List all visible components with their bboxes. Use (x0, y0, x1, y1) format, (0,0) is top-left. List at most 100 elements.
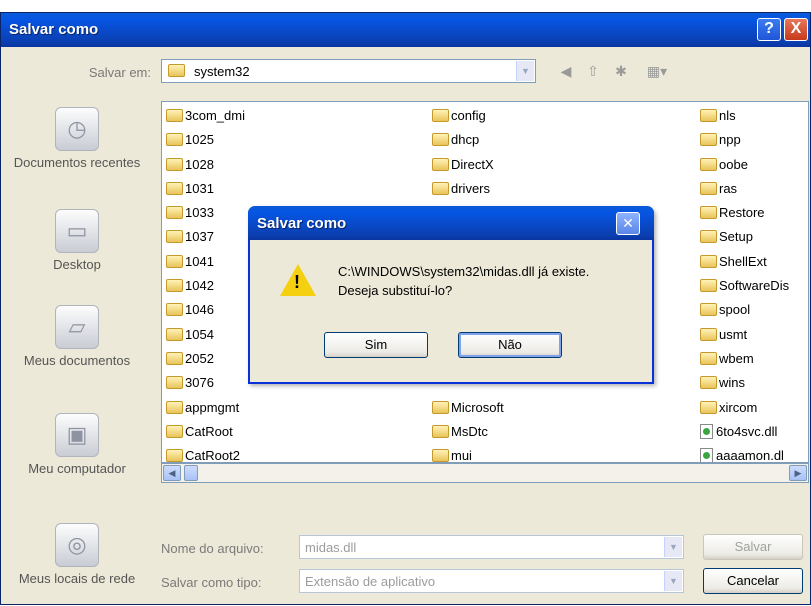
places-bar: ◷ Documentos recentes ▭ Desktop ▱ Meus d… (3, 91, 151, 606)
list-item-label: usmt (719, 326, 748, 342)
place-my-computer[interactable]: ▣ Meu computador (3, 413, 151, 476)
list-item[interactable]: 3com_dmi (166, 106, 245, 130)
list-item[interactable]: nls (700, 106, 789, 130)
list-item[interactable]: Setup (700, 227, 789, 251)
list-item[interactable]: MsDtc (432, 422, 504, 446)
view-menu-icon[interactable]: ▦▾ (641, 61, 673, 81)
chevron-down-icon[interactable]: ▼ (664, 537, 682, 557)
list-item[interactable]: appmgmt (166, 398, 245, 422)
confirm-close-button[interactable]: ✕ (616, 212, 640, 235)
folder-icon (700, 109, 717, 122)
list-item[interactable]: CatRoot (166, 422, 245, 446)
place-desktop[interactable]: ▭ Desktop (3, 209, 151, 272)
list-item[interactable]: 1037 (166, 227, 245, 251)
list-item[interactable]: Restore (700, 203, 789, 227)
list-item[interactable]: 1046 (166, 300, 245, 324)
cancel-button[interactable]: Cancelar (703, 568, 803, 594)
list-item[interactable]: npp (700, 130, 789, 154)
scroll-right-icon[interactable]: ▶ (789, 465, 807, 481)
folder-icon (166, 133, 183, 147)
list-item-label: ras (719, 180, 738, 196)
list-item[interactable]: dhcp (432, 130, 504, 154)
place-my-documents[interactable]: ▱ Meus documentos (3, 305, 151, 368)
save-in-combo[interactable]: system32 ▼ (161, 59, 536, 83)
recent-documents-icon: ◷ (55, 107, 99, 151)
desktop-icon: ▭ (55, 209, 99, 253)
list-item-label: 1028 (185, 156, 214, 172)
save-button[interactable]: Salvar (703, 534, 803, 560)
list-item[interactable]: config (432, 106, 504, 130)
list-item[interactable]: Microsoft (432, 398, 504, 422)
list-item[interactable]: ras (700, 179, 789, 203)
list-item-label: 1031 (185, 180, 214, 196)
dll-file-icon (700, 448, 713, 462)
list-item-label: config (451, 108, 486, 123)
filename-input[interactable]: midas.dll ▼ (299, 535, 684, 559)
help-button[interactable]: ? (757, 18, 781, 41)
scroll-left-icon[interactable]: ◀ (163, 465, 181, 481)
title-bar[interactable]: Salvar como ? X (1, 13, 810, 47)
folder-icon (166, 254, 183, 268)
list-item[interactable]: 1028 (166, 155, 245, 179)
close-button[interactable]: X (784, 18, 808, 41)
list-item[interactable]: 1042 (166, 276, 245, 300)
list-item[interactable]: aaaamon.dl (700, 446, 789, 462)
list-item[interactable]: SoftwareDis (700, 276, 789, 300)
place-label: Meus documentos (23, 353, 131, 368)
list-item[interactable]: 3076 (166, 373, 245, 397)
list-item-label: 6to4svc.dll (716, 423, 778, 439)
horizontal-scrollbar[interactable]: ◀ ▶ (161, 463, 809, 483)
yes-button[interactable]: Sim (324, 332, 428, 358)
list-item[interactable]: wbem (700, 349, 789, 373)
list-item[interactable]: DirectX (432, 155, 504, 179)
new-folder-icon[interactable]: ✱ (611, 61, 631, 81)
scroll-thumb[interactable] (184, 465, 198, 481)
folder-icon (166, 424, 183, 438)
list-item[interactable]: spool (700, 300, 789, 324)
folder-icon (700, 157, 717, 171)
list-item-label: MsDtc (451, 423, 488, 439)
up-folder-icon[interactable]: ⇧ (583, 61, 603, 81)
list-item[interactable]: 1041 (166, 252, 245, 276)
list-item[interactable]: 1031 (166, 179, 245, 203)
list-item-label: 1042 (185, 278, 214, 294)
list-item[interactable]: 1054 (166, 325, 245, 349)
chevron-down-icon[interactable]: ▼ (516, 61, 534, 81)
list-item-label: SoftwareDis (719, 278, 790, 294)
filename-value: midas.dll (305, 540, 357, 555)
list-item-label: Microsoft (451, 399, 504, 415)
list-item[interactable]: oobe (700, 155, 789, 179)
list-item-label: spool (719, 302, 751, 318)
list-item[interactable]: 1025 (166, 130, 245, 154)
no-button[interactable]: Não (458, 332, 562, 358)
confirm-title-bar[interactable]: Salvar como ✕ (248, 206, 654, 240)
folder-icon (700, 327, 717, 341)
list-item[interactable]: ShellExt (700, 252, 789, 276)
place-network[interactable]: ◎ Meus locais de rede (3, 523, 151, 586)
list-item[interactable]: CatRoot2 (166, 446, 245, 462)
list-item-label: 3com_dmi (185, 108, 245, 123)
list-item[interactable]: xircom (700, 398, 789, 422)
folder-icon (700, 254, 717, 268)
filetype-select[interactable]: Extensão de aplicativo ▼ (299, 569, 684, 593)
list-item[interactable]: 2052 (166, 349, 245, 373)
list-item-label: CatRoot (185, 423, 233, 439)
folder-icon (166, 327, 183, 341)
folder-icon (700, 279, 717, 293)
list-item-label: mui (451, 448, 472, 463)
back-icon[interactable]: ◀ (556, 61, 576, 81)
dll-file-icon (700, 423, 713, 439)
list-item[interactable]: usmt (700, 325, 789, 349)
filetype-label: Salvar como tipo: (161, 575, 262, 590)
list-item[interactable]: mui (432, 446, 504, 463)
folder-icon (432, 181, 449, 195)
list-item-label: wbem (719, 350, 754, 366)
folder-icon (432, 109, 449, 122)
list-item[interactable]: drivers (432, 179, 504, 203)
list-item[interactable]: 1033 (166, 203, 245, 227)
list-item-label: 1041 (185, 253, 214, 269)
list-item[interactable]: wins (700, 373, 789, 397)
place-recent[interactable]: ◷ Documentos recentes (3, 107, 151, 170)
list-item[interactable]: 6to4svc.dll (700, 422, 789, 446)
chevron-down-icon[interactable]: ▼ (664, 571, 682, 591)
